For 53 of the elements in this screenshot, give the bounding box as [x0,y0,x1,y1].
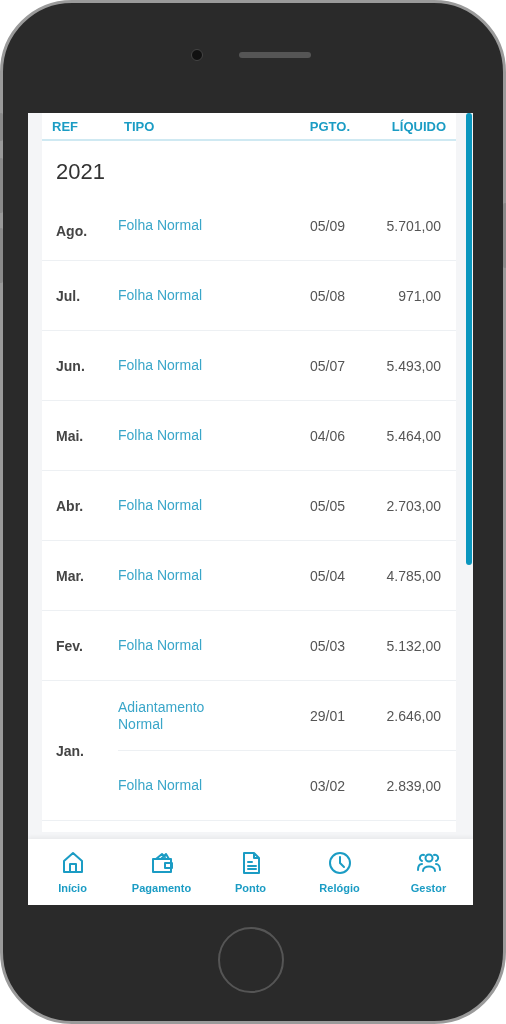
scroll-bar[interactable] [466,113,472,565]
net-amount: 5.493,00 [385,357,441,374]
month-label: Mar. [55,567,85,584]
month-label: Jun. [55,357,86,374]
payment-date: 05/09 [308,217,345,234]
payslip-type: Adiantamento Normal [118,699,206,732]
month-label: Ago. [55,222,89,239]
payslip-type: Folha Normal [118,497,204,514]
home-button[interactable] [217,927,284,993]
payment-date: 05/05 [308,497,345,514]
month-label: Fev. [55,637,84,654]
net-amount: 971,00 [397,287,441,304]
payment-date: 03/02 [308,777,345,794]
payslip-row[interactable]: Folha Normal 05/05 2.703,00 [118,471,456,540]
month-label: Abr. [55,497,85,514]
net-amount: 2.703,00 [385,497,441,514]
month-label: Jul. [55,287,82,304]
payslip-type: Folha Normal [118,357,204,374]
column-header: REF [52,118,79,134]
month-label: Jan. [55,742,85,759]
payment-date: 05/03 [308,637,345,654]
payslip-row[interactable]: Folha Normal 04/06 5.464,00 [118,401,456,470]
month-label: Mai. [55,427,85,444]
payslip-row[interactable]: Adiantamento Normal 29/01 2.646,00 [118,681,456,750]
payslip-row[interactable]: Folha Normal 05/08 971,00 [118,261,456,330]
payment-date: 05/07 [308,357,345,374]
payslip-row[interactable]: Folha Normal 05/04 4.785,00 [118,541,456,610]
payslip-row[interactable]: Folha Normal 05/03 5.132,00 [118,611,456,680]
net-amount: 5.701,00 [385,217,441,234]
column-header: LÍQUIDO [390,118,446,134]
payslip-row[interactable]: Folha Normal 03/02 2.839,00 [118,750,456,820]
column-header: PGTO. [308,118,350,134]
payment-date: 05/08 [308,287,345,304]
payment-date: 29/01 [308,707,345,724]
net-amount: 4.785,00 [385,567,441,584]
column-header: TIPO [124,118,156,134]
payslip-row[interactable]: Folha Normal 05/09 5.701,00 [118,191,456,260]
payslip-type: Folha Normal [118,427,204,444]
net-amount: 2.646,00 [385,707,441,724]
clock-icon [326,850,353,876]
net-amount: 5.132,00 [385,637,441,654]
year-heading: 2021 [55,158,106,186]
payslip-type: Folha Normal [118,217,204,234]
payslip-type: Folha Normal [118,287,204,304]
payment-date: 05/04 [308,567,345,584]
net-amount: 5.464,00 [385,427,441,444]
payslip-type: Folha Normal [118,777,204,794]
payment-date: 04/06 [308,427,345,444]
payslip-type: Folha Normal [118,567,204,584]
camera-icon [190,49,203,61]
payslip-type: Folha Normal [118,637,204,654]
net-amount: 2.839,00 [385,777,441,794]
payslip-row[interactable]: Folha Normal 05/07 5.493,00 [118,331,456,400]
